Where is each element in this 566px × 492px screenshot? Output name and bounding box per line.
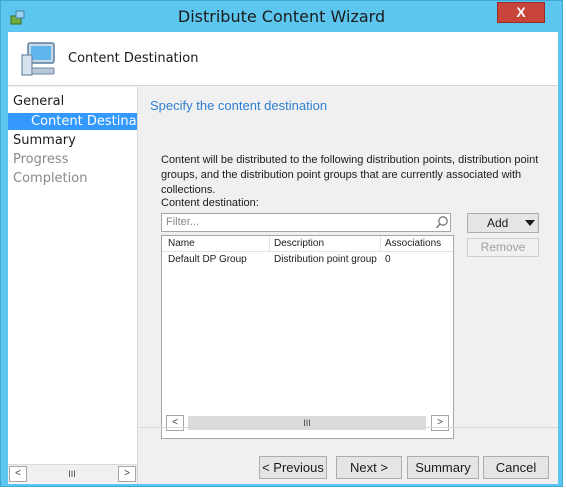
search-icon[interactable] (435, 215, 449, 230)
wizard-nav-pane: General Content Destination Summary Prog… (8, 87, 138, 484)
column-header-name[interactable]: Name (168, 238, 195, 249)
content-destination-list[interactable]: Name Description Associations Default DP… (161, 235, 454, 439)
wizard-client-area: Content Destination General Content Dest… (8, 32, 558, 484)
section-heading: Specify the content destination (150, 98, 328, 113)
nav-item-progress: Progress (13, 152, 69, 167)
cell-associations: 0 (385, 254, 391, 265)
column-header-description[interactable]: Description (274, 238, 324, 249)
column-divider[interactable] (380, 236, 381, 251)
wizard-footer: < Previous Next > Summary Cancel (139, 427, 558, 484)
main-panel: Specify the content destination Content … (139, 87, 558, 439)
add-button[interactable]: Add (467, 213, 539, 233)
nav-item-general[interactable]: General (13, 94, 64, 109)
page-title: Content Destination (68, 51, 199, 66)
next-button[interactable]: Next > (336, 456, 402, 479)
filter-input[interactable]: Filter... (161, 213, 451, 232)
cell-name: Default DP Group (168, 254, 247, 265)
close-button[interactable]: X (497, 2, 545, 23)
computer-icon (21, 42, 55, 76)
scroll-left-icon[interactable]: < (9, 466, 27, 482)
add-button-label: Add (487, 216, 509, 230)
window-title: Distribute Content Wizard (177, 7, 386, 26)
column-header-associations[interactable]: Associations (385, 238, 441, 249)
filter-placeholder: Filter... (166, 216, 200, 228)
nav-item-summary[interactable]: Summary (13, 133, 76, 148)
scroll-thumb[interactable]: III (27, 467, 117, 481)
summary-button[interactable]: Summary (407, 456, 479, 479)
cancel-button[interactable]: Cancel (483, 456, 549, 479)
previous-button[interactable]: < Previous (259, 456, 327, 479)
wizard-window: Distribute Content Wizard X Content Dest… (0, 0, 563, 487)
column-divider[interactable] (269, 236, 270, 251)
nav-horizontal-scrollbar[interactable]: < III > (8, 464, 137, 482)
wizard-header: Content Destination (8, 32, 558, 86)
nav-item-completion: Completion (13, 171, 88, 186)
cell-description: Distribution point group (274, 254, 377, 265)
dropdown-arrow-icon (525, 220, 535, 226)
description-text: Content will be distributed to the follo… (161, 154, 539, 196)
content-destination-label: Content destination: (161, 197, 259, 209)
nav-item-content-destination[interactable]: Content Destination (31, 114, 137, 129)
list-header: Name Description Associations (162, 236, 453, 252)
remove-button[interactable]: Remove (467, 238, 539, 257)
title-bar[interactable]: Distribute Content Wizard X (1, 1, 562, 33)
scroll-right-icon[interactable]: > (118, 466, 136, 482)
